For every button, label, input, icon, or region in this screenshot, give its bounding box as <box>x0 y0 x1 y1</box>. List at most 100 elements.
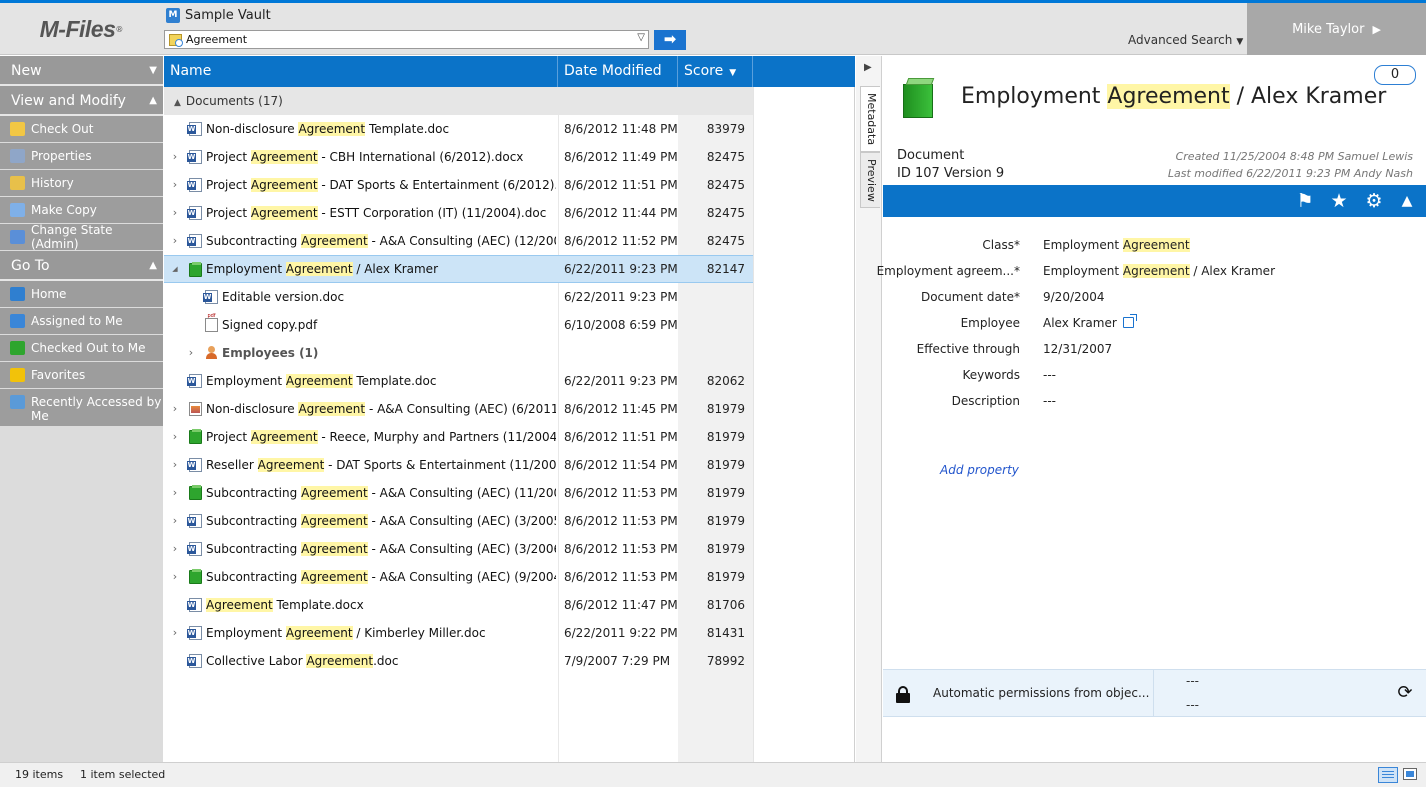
property-description[interactable]: Description --- <box>883 394 1426 420</box>
preview-view-icon[interactable] <box>1403 768 1417 780</box>
property-value[interactable]: 9/20/2004 <box>1043 290 1105 304</box>
chevron-down-icon[interactable]: ▽ <box>637 32 645 43</box>
table-row[interactable]: ◢ Employment Agreement / Alex Kramer 6/22/… <box>164 255 753 283</box>
column-score-header[interactable]: Score ▼ <box>678 56 753 87</box>
table-row[interactable]: › Project Agreement - DAT Sports & Entert… <box>164 171 753 199</box>
star-icon[interactable]: ★ <box>1328 190 1350 212</box>
expand-chevron-icon[interactable]: › <box>170 451 180 479</box>
table-row[interactable]: Employment Agreement Template.doc 6/22/20… <box>164 367 753 395</box>
table-row[interactable]: › Employment Agreement / Kimberley Miller… <box>164 619 753 647</box>
row-date-modified: 8/6/2012 11:48 PM <box>564 122 678 136</box>
group-row-employees[interactable]: › Employees (1) <box>164 339 753 367</box>
table-row[interactable]: › Project Agreement - Reece, Murphy and P… <box>164 423 753 451</box>
expand-chevron-icon[interactable]: › <box>170 423 180 451</box>
expand-chevron-icon[interactable]: › <box>170 563 180 591</box>
expanded-triangle-icon[interactable]: ◢ <box>170 256 180 282</box>
flag-icon[interactable]: ⚑ <box>1294 190 1316 212</box>
expand-chevron-icon[interactable]: › <box>170 199 180 227</box>
column-name-header[interactable]: Name <box>164 56 558 87</box>
expand-chevron-icon[interactable]: › <box>186 339 196 367</box>
details-view-icon[interactable] <box>1378 767 1398 783</box>
expand-chevron-icon[interactable]: › <box>170 479 180 507</box>
property-value[interactable]: Employment Agreement / Alex Kramer <box>1043 264 1275 278</box>
table-row[interactable]: Signed copy.pdf 6/10/2008 6:59 PM <box>164 302 753 339</box>
user-menu[interactable]: Mike Taylor ▶ <box>1247 3 1426 55</box>
nav-item-change-state-admin-[interactable]: Change State (Admin) <box>0 223 163 251</box>
expand-chevron-icon[interactable]: › <box>170 395 180 423</box>
expand-chevron-icon[interactable]: › <box>170 507 180 535</box>
column-date-header[interactable]: Date Modified <box>558 56 678 87</box>
table-row[interactable]: › Subcontracting Agreement - A&A Consulti… <box>164 563 753 591</box>
table-row[interactable]: › Project Agreement - ESTT Corporation (I… <box>164 199 753 227</box>
nav-item-recently-accessed-by-me[interactable]: Recently Accessed by Me <box>0 389 163 427</box>
row-name: Project Agreement - DAT Sports & Enterta… <box>206 178 556 192</box>
created-info: Created 11/25/2004 8:48 PM Samuel Lewis <box>1175 150 1413 163</box>
nav-item-history[interactable]: History <box>0 170 163 197</box>
property-document-date[interactable]: Document date* 9/20/2004 <box>883 290 1426 316</box>
nav-item-assigned-to-me[interactable]: Assigned to Me <box>0 308 163 335</box>
permissions-bar[interactable]: Automatic permissions from objec... --- … <box>883 669 1426 717</box>
property-employment-agreem[interactable]: Employment agreem...* Employment Agreemen… <box>877 264 1426 290</box>
table-row[interactable]: › Subcontracting Agreement - A&A Consulti… <box>164 227 753 255</box>
table-row[interactable]: Collective Labor Agreement.doc 7/9/2007 7… <box>164 647 753 675</box>
expand-chevron-icon[interactable]: › <box>170 535 180 563</box>
property-keywords[interactable]: Keywords --- <box>883 368 1426 394</box>
nav-item-properties[interactable]: Properties <box>0 143 163 170</box>
row-date-modified: 8/6/2012 11:45 PM <box>564 402 678 416</box>
collapse-pane-icon[interactable]: ▶ <box>864 62 872 73</box>
table-row[interactable]: › Subcontracting Agreement - A&A Consulti… <box>164 479 753 507</box>
table-row[interactable]: › Reseller Agreement - DAT Sports & Enter… <box>164 451 753 479</box>
table-row[interactable]: Non-disclosure Agreement Template.doc 8/6… <box>164 115 753 143</box>
group-header-documents[interactable]: ▲ Documents (17) <box>164 87 753 115</box>
nav-item-checked-out-to-me[interactable]: Checked Out to Me <box>0 335 163 362</box>
search-go-button[interactable]: ➡ <box>654 30 686 50</box>
gear-icon[interactable]: ⚙ <box>1363 190 1385 212</box>
nav-item-home[interactable]: Home <box>0 281 163 308</box>
table-row[interactable]: › Subcontracting Agreement - A&A Consulti… <box>164 535 753 563</box>
workflow-icon[interactable]: ⟳ <box>1395 683 1415 703</box>
row-name: Collective Labor Agreement.doc <box>206 654 399 668</box>
table-row[interactable]: › Non-disclosure Agreement - A&A Consulti… <box>164 395 753 423</box>
tab-preview[interactable]: Preview <box>860 152 880 208</box>
table-row[interactable]: › Project Agreement - CBH International (… <box>164 143 753 171</box>
table-row[interactable]: Agreement Template.docx 8/6/2012 11:47 PM… <box>164 591 753 619</box>
nav-section-new[interactable]: New ▼ <box>0 56 163 86</box>
mfiles-logo[interactable]: M-Files ® <box>0 3 163 55</box>
tab-metadata[interactable]: Metadata <box>860 86 880 152</box>
collapse-up-icon[interactable]: ▲ <box>1396 190 1418 212</box>
table-row[interactable]: Editable version.doc 6/22/2011 9:23 PM <box>164 283 753 311</box>
table-row[interactable]: › Subcontracting Agreement - A&A Consulti… <box>164 507 753 535</box>
property-effective-through[interactable]: Effective through 12/31/2007 <box>883 342 1426 368</box>
vault-selector[interactable]: M Sample Vault <box>166 8 271 23</box>
nav-item-favorites[interactable]: Favorites <box>0 362 163 389</box>
home-icon <box>10 287 25 301</box>
property-value[interactable]: --- <box>1043 394 1056 408</box>
nav-item-make-copy[interactable]: Make Copy <box>0 197 163 224</box>
nav-section-view-and-modify[interactable]: View and Modify ▲ <box>0 86 163 116</box>
nav-item-check-out[interactable]: Check Out <box>0 116 163 143</box>
status-bar: 19 items 1 item selected <box>0 762 1426 787</box>
expand-chevron-icon[interactable]: › <box>170 171 180 199</box>
expand-chevron-icon[interactable]: › <box>170 143 180 171</box>
add-property-link[interactable]: Add property <box>940 463 1019 477</box>
property-value[interactable]: 12/31/2007 <box>1043 342 1112 356</box>
open-link-icon[interactable] <box>1122 314 1137 328</box>
search-box[interactable]: ▽ <box>164 30 649 49</box>
expand-chevron-icon[interactable]: › <box>170 227 180 255</box>
expand-chevron-icon[interactable]: › <box>170 619 180 647</box>
comments-badge[interactable]: 0 <box>1374 65 1416 85</box>
search-input[interactable] <box>186 33 626 46</box>
advanced-search-link[interactable]: Advanced Search ▼ <box>1128 33 1243 47</box>
top-header: M-Files® M Sample Vault ▽ ➡ Advanced Sea… <box>0 3 1426 55</box>
property-value[interactable]: Alex Kramer <box>1043 314 1137 330</box>
nav-section-go-to[interactable]: Go To ▲ <box>0 251 163 281</box>
row-date-modified: 8/6/2012 11:54 PM <box>564 458 678 472</box>
row-score: 81979 <box>706 570 745 584</box>
assigned-icon <box>10 314 25 328</box>
property-value[interactable]: --- <box>1043 368 1056 382</box>
object-title: Employment Agreement / Alex Kramer <box>961 84 1387 109</box>
property-class[interactable]: Class* Employment Agreement <box>883 238 1426 264</box>
employee-icon <box>205 346 218 360</box>
property-employee[interactable]: Employee Alex Kramer <box>883 314 1426 342</box>
property-value[interactable]: Employment Agreement <box>1043 238 1190 252</box>
